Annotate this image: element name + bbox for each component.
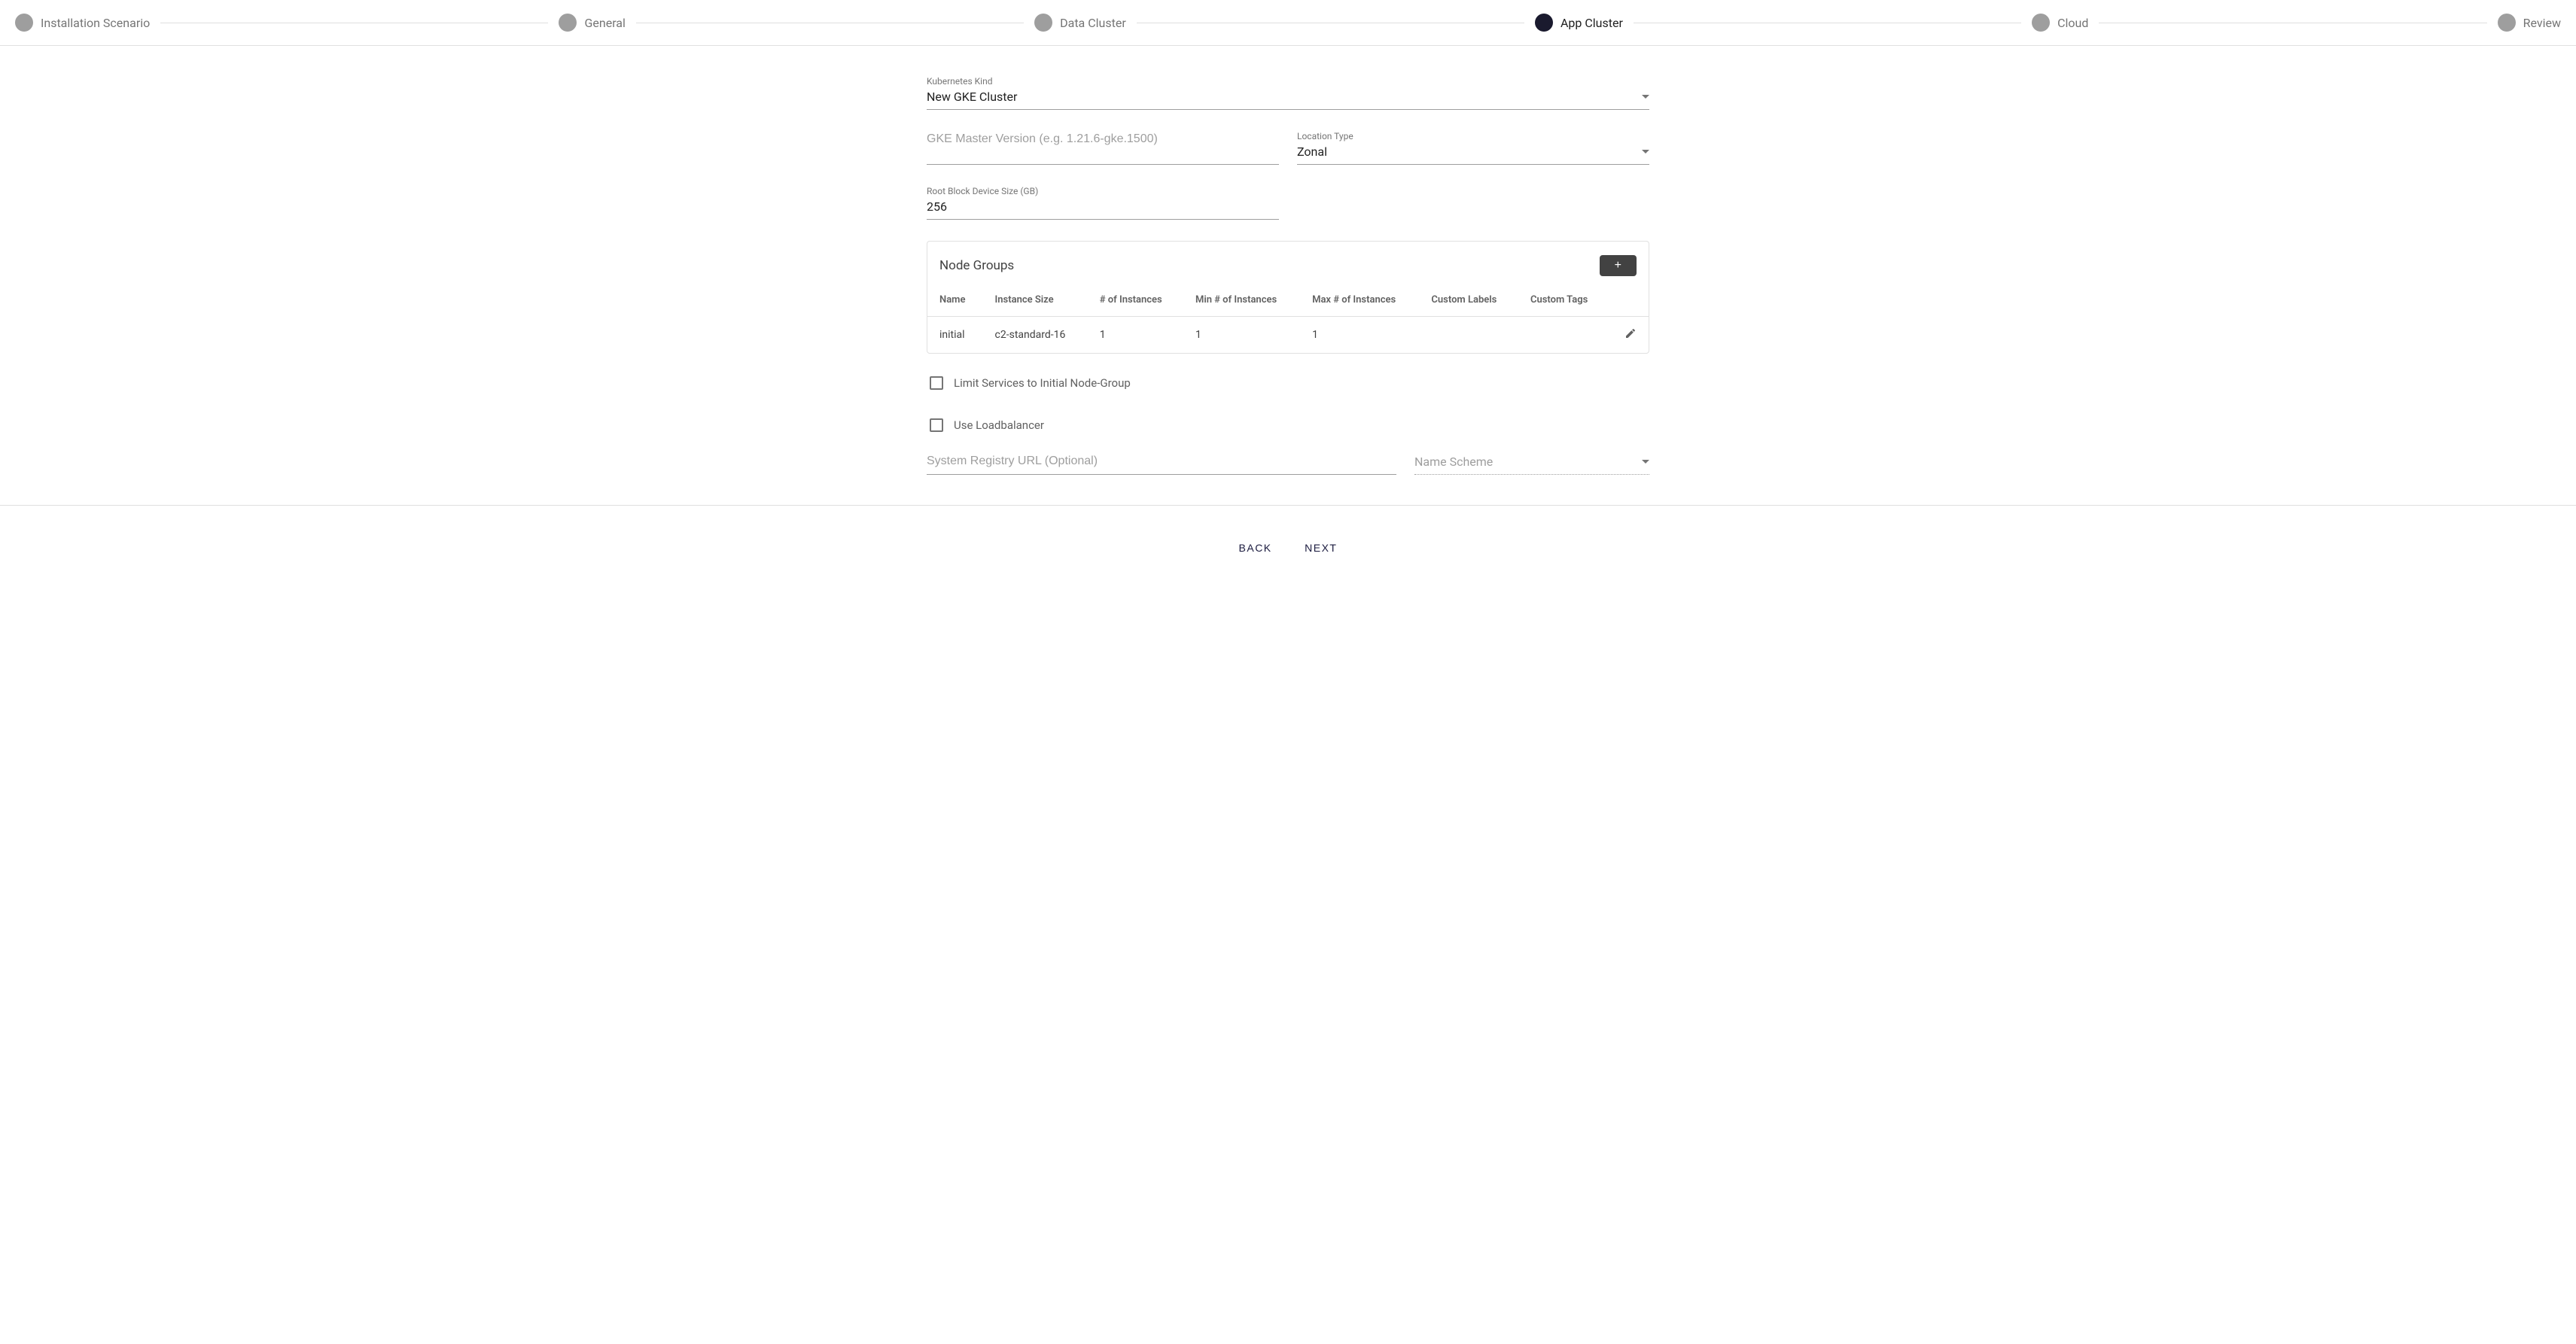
limit-services-checkbox-row[interactable]: Limit Services to Initial Node-Group (927, 369, 1649, 397)
field-label: Kubernetes Kind (927, 76, 1649, 87)
step-circle-icon (1034, 14, 1052, 32)
field-label: Root Block Device Size (GB) (927, 186, 1279, 196)
name-scheme-select[interactable]: Name Scheme (1414, 453, 1649, 475)
col-name: Name (927, 284, 983, 317)
location-type-select[interactable]: Location Type Zonal (1297, 131, 1649, 165)
col-instances: # of Instances (1088, 284, 1183, 317)
field-value: 256 (927, 199, 947, 214)
checkbox-label: Limit Services to Initial Node-Group (954, 376, 1131, 390)
gke-master-version-input[interactable] (927, 131, 1279, 165)
cell-tags (1518, 317, 1609, 354)
step-general[interactable]: General (559, 14, 625, 32)
checkbox-icon[interactable] (930, 418, 943, 432)
field-value: Zonal (1297, 144, 1327, 159)
gke-master-version-field[interactable] (927, 132, 1279, 146)
step-review[interactable]: Review (2498, 14, 2561, 32)
chevron-down-icon (1642, 150, 1649, 154)
field-value: New GKE Cluster (927, 90, 1017, 104)
checkbox-label: Use Loadbalancer (954, 418, 1044, 432)
col-instance-size: Instance Size (983, 284, 1088, 317)
step-data-cluster[interactable]: Data Cluster (1034, 14, 1126, 32)
use-loadbalancer-checkbox-row[interactable]: Use Loadbalancer (927, 411, 1649, 439)
cell-instance-size: c2-standard-16 (983, 317, 1088, 354)
col-custom-labels: Custom Labels (1419, 284, 1518, 317)
cell-name: initial (927, 317, 983, 354)
edit-icon[interactable] (1624, 327, 1637, 339)
step-circle-icon (15, 14, 33, 32)
chevron-down-icon (1642, 460, 1649, 464)
step-label: App Cluster (1561, 16, 1623, 30)
cell-min: 1 (1183, 317, 1300, 354)
form-content: Kubernetes Kind New GKE Cluster Location… (912, 46, 1664, 490)
stepper: Installation Scenario General Data Clust… (0, 0, 2576, 46)
col-min-instances: Min # of Instances (1183, 284, 1300, 317)
chevron-down-icon (1642, 95, 1649, 99)
step-circle-icon (2498, 14, 2516, 32)
card-title: Node Groups (939, 258, 1014, 273)
system-registry-field[interactable] (927, 455, 1396, 468)
checkbox-icon[interactable] (930, 376, 943, 390)
table-header-row: Name Instance Size # of Instances Min # … (927, 284, 1649, 317)
root-block-size-input[interactable]: Root Block Device Size (GB) 256 (927, 186, 1279, 220)
step-cloud[interactable]: Cloud (2032, 14, 2088, 32)
col-custom-tags: Custom Tags (1518, 284, 1609, 317)
step-circle-icon (1535, 14, 1553, 32)
step-installation-scenario[interactable]: Installation Scenario (15, 14, 150, 32)
cell-max: 1 (1300, 317, 1419, 354)
step-app-cluster[interactable]: App Cluster (1535, 14, 1623, 32)
field-label: Location Type (1297, 131, 1649, 141)
next-button[interactable]: NEXT (1290, 536, 1352, 560)
node-groups-card: Node Groups + Name Instance Size # of In… (927, 241, 1649, 354)
step-label: Cloud (2057, 16, 2088, 30)
table-row: initial c2-standard-16 1 1 1 (927, 317, 1649, 354)
step-label: Review (2523, 16, 2561, 30)
step-label: Data Cluster (1060, 16, 1126, 30)
col-actions (1609, 284, 1649, 317)
back-button[interactable]: BACK (1224, 536, 1287, 560)
step-label: Installation Scenario (41, 16, 150, 30)
add-node-group-button[interactable]: + (1600, 255, 1637, 276)
cell-instances: 1 (1088, 317, 1183, 354)
system-registry-input[interactable] (927, 453, 1396, 475)
field-placeholder: Name Scheme (1414, 455, 1493, 469)
step-circle-icon (559, 14, 577, 32)
footer: BACK NEXT (0, 505, 2576, 590)
step-circle-icon (2032, 14, 2050, 32)
step-label: General (584, 16, 625, 30)
kubernetes-kind-select[interactable]: Kubernetes Kind New GKE Cluster (927, 76, 1649, 110)
node-groups-table: Name Instance Size # of Instances Min # … (927, 284, 1649, 353)
col-max-instances: Max # of Instances (1300, 284, 1419, 317)
cell-labels (1419, 317, 1518, 354)
